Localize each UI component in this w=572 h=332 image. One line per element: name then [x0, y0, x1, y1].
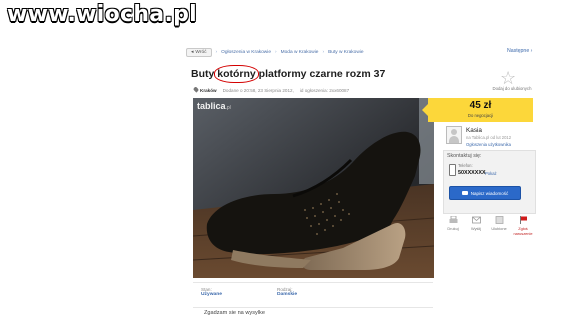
shoe-image — [193, 98, 434, 278]
print-action[interactable]: Drukuj — [442, 215, 464, 231]
listing-title: Buty kotórny platformy czarne rozm 37 — [191, 65, 386, 83]
listing-id: id ogłoszenia: 2xx60087 — [299, 87, 350, 93]
breadcrumb-separator: › — [275, 50, 277, 55]
location: Kraków — [192, 86, 217, 93]
breadcrumb-link-shoes[interactable]: Buty w Krakowie — [328, 50, 363, 55]
breadcrumb-link-city[interactable]: Ogłoszenia w Krakowie — [221, 50, 271, 55]
seller-name: Kasia — [466, 127, 482, 134]
favorite-action[interactable]: Ulubione — [488, 216, 510, 231]
flag-icon — [519, 216, 528, 224]
site-watermark: www.wiocha.pl — [7, 2, 197, 27]
contact-label: Skontaktuj się: — [447, 153, 482, 159]
listing-description: Zgadzam sie na wysylke — [204, 310, 265, 316]
send-message-button[interactable]: Napisz wiadomość — [449, 186, 521, 200]
back-button[interactable]: ◂ Wróć — [186, 48, 212, 57]
detail-condition-value[interactable]: Używane — [201, 292, 222, 297]
seller-since: na Tablica.pl od lut 2012 — [466, 135, 512, 140]
listing-details: Stan: Używane Rodzaj: Damskie — [193, 282, 433, 308]
show-phone-link[interactable]: Pokaż — [485, 171, 497, 176]
send-action[interactable]: Wyślij — [465, 216, 487, 231]
next-listing-link[interactable]: Następne › — [507, 48, 532, 54]
added-date: Dodane o 20:58, 23 Sierpnia 2012, — [222, 87, 294, 93]
avatar-body-icon — [449, 136, 459, 143]
circled-word: kotórny — [214, 65, 259, 83]
breadcrumb-link-fashion[interactable]: Moda w Krakowie — [281, 50, 319, 55]
listing-photo[interactable]: tablica.pl — [193, 98, 434, 278]
tablica-logo: tablica.pl — [197, 101, 231, 111]
listing-meta: Kraków Dodane o 20:58, 23 Sierpnia 2012,… — [192, 86, 350, 93]
back-arrow-icon: ◂ — [191, 50, 194, 55]
phone-icon — [449, 164, 456, 176]
price-negotiable: Do negocjacji — [467, 113, 494, 118]
report-action[interactable]: Zgłoś naruszenie — [512, 216, 534, 236]
contact-panel — [443, 150, 536, 214]
detail-type-value[interactable]: Damskie — [277, 292, 297, 297]
breadcrumb-separator: › — [322, 50, 325, 55]
print-icon — [449, 215, 458, 224]
favorite-icon — [495, 216, 504, 224]
detail-type: Rodzaj: Damskie — [277, 287, 298, 297]
detail-condition: Stan: Używane — [201, 287, 222, 297]
add-to-favorites-label[interactable]: Dodaj do ulubionych — [487, 86, 537, 91]
breadcrumb: ◂ Wróć › Ogłoszenia w Krakowie › Moda w … — [186, 47, 364, 58]
location-pin-icon — [192, 86, 200, 93]
price-amount: 45 zł — [469, 100, 492, 111]
avatar — [446, 126, 462, 144]
phone-label: Telefon: — [458, 163, 473, 168]
mail-icon — [471, 216, 481, 224]
breadcrumb-separator: › — [215, 50, 218, 55]
phone-number: 50XXXXXX — [458, 170, 486, 176]
seller-other-ads-link[interactable]: Ogłoszenia użytkownika — [466, 142, 511, 147]
avatar-head-icon — [451, 129, 457, 135]
chevron-right-icon: › — [530, 48, 533, 54]
envelope-icon — [461, 191, 468, 195]
